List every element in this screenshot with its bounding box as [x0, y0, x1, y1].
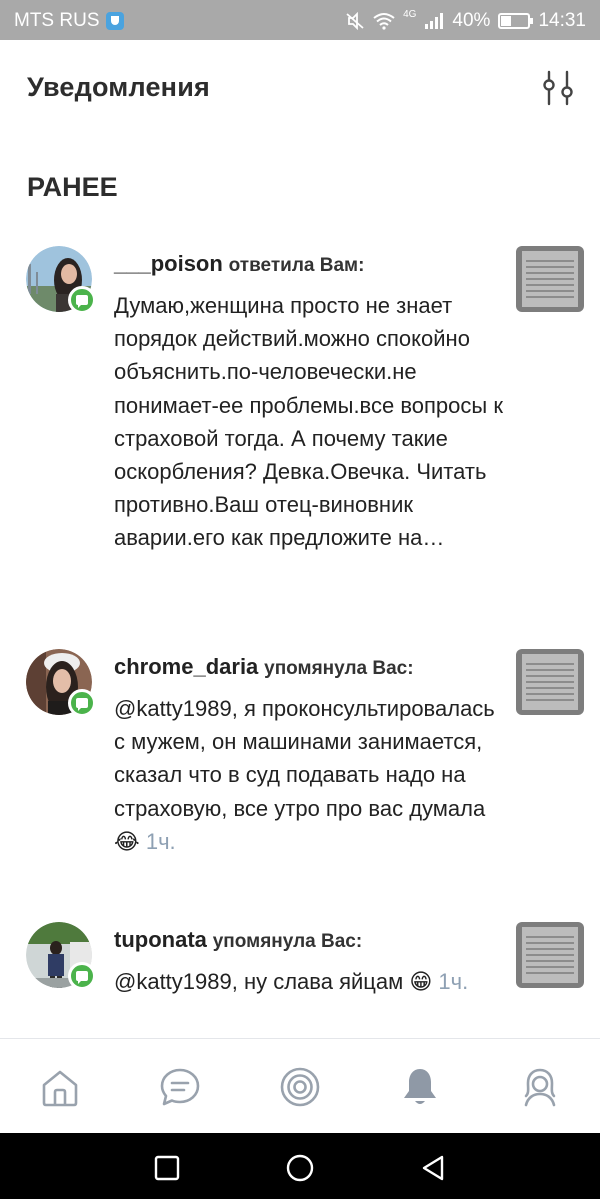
notification-action: ответила Вам:	[228, 255, 365, 276]
page-title: Уведомления	[27, 72, 210, 102]
comment-badge-icon	[68, 689, 96, 717]
avatar[interactable]	[26, 649, 96, 717]
messages-icon	[160, 1068, 200, 1106]
wifi-icon	[373, 13, 395, 30]
home-button[interactable]	[285, 1153, 315, 1183]
mute-icon	[346, 12, 364, 30]
comment-badge-icon	[68, 962, 96, 990]
bell-icon	[404, 1069, 436, 1104]
avatar[interactable]	[26, 922, 96, 990]
nav-messages[interactable]	[158, 1065, 202, 1109]
back-button[interactable]	[418, 1153, 448, 1183]
post-thumbnail[interactable]	[516, 649, 584, 715]
notification-action: упомянула Вас:	[264, 658, 414, 679]
square-icon	[154, 1155, 180, 1181]
notification-time: 1ч.	[438, 969, 469, 994]
nav-discover[interactable]	[278, 1065, 322, 1109]
post-thumbnail[interactable]	[516, 922, 584, 988]
notification-text: Думаю,женщина просто не знает порядок де…	[114, 293, 503, 551]
notification-username[interactable]: chrome_daria	[114, 654, 258, 679]
notification-username[interactable]: tuponata	[114, 927, 207, 952]
notification-action: упомянула Вас:	[212, 931, 363, 952]
circle-icon	[286, 1154, 314, 1182]
notification-time: 1ч.	[145, 828, 176, 854]
status-bar: MTS RUS 4G 40% 14:31	[0, 0, 600, 40]
sliders-icon	[543, 70, 573, 106]
nav-home[interactable]	[38, 1065, 82, 1109]
profile-icon	[524, 1068, 556, 1107]
comment-badge-icon	[68, 286, 96, 314]
app-header: Уведомления	[0, 40, 600, 136]
post-thumbnail[interactable]	[516, 246, 584, 312]
carrier-label: MTS RUS	[14, 10, 100, 31]
nav-profile[interactable]	[518, 1065, 562, 1109]
section-title: РАНЕЕ	[27, 172, 118, 202]
filter-button[interactable]	[538, 68, 578, 108]
signal-icon	[425, 13, 444, 29]
battery-icon	[498, 13, 534, 29]
discover-icon	[280, 1067, 320, 1107]
notification-text: @katty1989, ну слава яйцам 😁	[114, 969, 433, 994]
recents-button[interactable]	[152, 1153, 182, 1183]
shield-icon	[105, 12, 124, 30]
clock: 14:31	[538, 10, 586, 31]
system-navigation-bar	[0, 1133, 600, 1199]
home-icon	[42, 1070, 78, 1107]
bottom-navigation	[0, 1038, 600, 1133]
nav-notifications[interactable]	[398, 1065, 442, 1109]
battery-percent: 40%	[452, 10, 491, 31]
back-triangle-icon	[422, 1155, 444, 1181]
notification-username[interactable]: ___poison	[114, 251, 223, 276]
network-type-label: 4G	[403, 8, 417, 20]
avatar[interactable]	[26, 246, 96, 314]
